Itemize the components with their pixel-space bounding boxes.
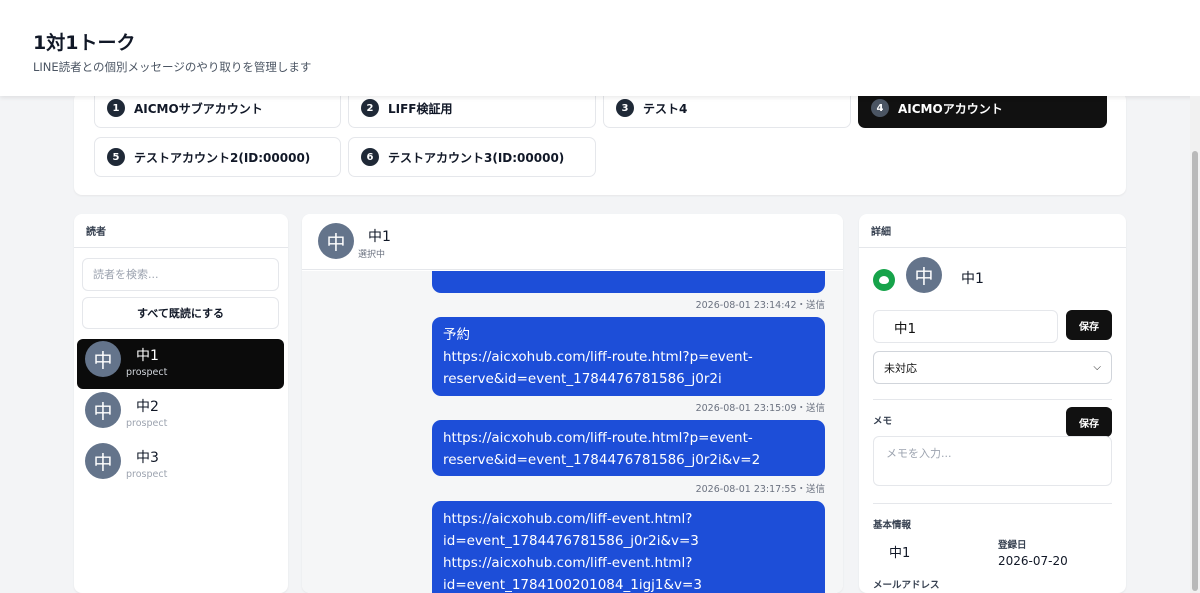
detail-panel: 詳細 中 中1 保存 未対応 ⌵ メモ 保存 基本情報 中1 登録日 2026-… [859, 214, 1126, 593]
basic-info-label: 基本情報 [873, 520, 912, 531]
account-number-badge: 4 [871, 99, 889, 117]
chat-contact-status: 選択中 [358, 250, 386, 260]
account-label: テストアカウント2(ID:00000) [134, 150, 311, 165]
basic-info-name: 中1 [889, 546, 911, 561]
account-label: LIFF検証用 [388, 101, 453, 116]
reader-item[interactable]: 中 中3 prospect [77, 441, 284, 491]
status-select-value: 未対応 [884, 361, 917, 375]
message-timestamp: 2026-08-01 23:14:42・送信 [695, 300, 825, 311]
avatar: 中 [906, 257, 942, 293]
reader-search-input[interactable] [82, 258, 279, 291]
status-select[interactable]: 未対応 ⌵ [873, 351, 1112, 384]
mark-all-read-button[interactable]: すべて既読にする [82, 297, 279, 329]
account-label: テストアカウント3(ID:00000) [388, 150, 565, 165]
readers-panel: 読者 すべて既読にする 中 中1 prospect 中 中2 prospect … [74, 214, 288, 593]
reader-item[interactable]: 中 中1 prospect [77, 339, 284, 389]
chat-contact-name: 中1 [368, 229, 391, 245]
message-timestamp: 2026-08-01 23:17:55・送信 [695, 484, 825, 495]
reader-status: prospect [126, 418, 168, 429]
page-subtitle: LINE読者との個別メッセージのやり取りを管理します [33, 60, 312, 74]
avatar: 中 [85, 443, 121, 479]
page-scrollbar[interactable] [1190, 96, 1200, 593]
reader-item[interactable]: 中 中2 prospect [77, 390, 284, 440]
email-label: メールアドレス [873, 580, 940, 591]
message-bubble: https://aicxohub.com/liff-route.html?p=e… [432, 420, 825, 476]
reader-name: 中2 [136, 399, 159, 415]
reader-name: 中3 [136, 450, 159, 466]
account-label: AICMOアカウント [898, 101, 1003, 116]
account-selector: 1 AICMOサブアカウント 2 LIFF検証用 3 テスト4 4 AICMOア… [74, 88, 1126, 195]
account-tab-5[interactable]: 5 テストアカウント2(ID:00000) [94, 137, 341, 177]
reader-status: prospect [126, 367, 168, 378]
line-icon [873, 269, 895, 291]
message-bubble: 予約 https://aicxohub.com/liff-route.html?… [432, 317, 825, 396]
save-memo-button[interactable]: 保存 [1066, 407, 1112, 437]
registered-date-label: 登録日 [998, 540, 1027, 551]
page-title: 1対1トーク [33, 32, 136, 54]
account-label: テスト4 [643, 101, 688, 116]
scrollbar-thumb[interactable] [1192, 151, 1198, 591]
reader-name: 中1 [136, 348, 159, 364]
chat-header: 中 中1 選択中 [302, 214, 843, 270]
memo-field[interactable] [873, 436, 1112, 486]
avatar: 中 [318, 223, 354, 259]
account-label: AICMOサブアカウント [134, 101, 263, 116]
page-header: 1対1トーク LINE読者との個別メッセージのやり取りを管理します [0, 0, 1200, 96]
divider [873, 503, 1112, 504]
message-list[interactable]: 2026-08-01 23:14:42・送信 予約 https://aicxoh… [302, 271, 843, 593]
save-name-button[interactable]: 保存 [1066, 310, 1112, 340]
avatar: 中 [85, 341, 121, 377]
chevron-down-icon: ⌵ [1093, 362, 1101, 373]
avatar: 中 [85, 392, 121, 428]
account-number-badge: 5 [107, 148, 125, 166]
message-bubble [432, 271, 825, 293]
chat-panel: 中 中1 選択中 2026-08-01 23:14:42・送信 予約 https… [302, 214, 843, 593]
account-tab-6[interactable]: 6 テストアカウント3(ID:00000) [348, 137, 596, 177]
reader-status: prospect [126, 469, 168, 480]
account-number-badge: 3 [616, 99, 634, 117]
account-number-badge: 1 [107, 99, 125, 117]
memo-label: メモ [873, 416, 893, 427]
account-number-badge: 6 [361, 148, 379, 166]
message-bubble: https://aicxohub.com/liff-event.html?id=… [432, 501, 825, 593]
registered-date-value: 2026-07-20 [998, 554, 1068, 568]
readers-panel-title: 読者 [74, 214, 288, 248]
account-number-badge: 2 [361, 99, 379, 117]
divider [873, 399, 1112, 400]
message-timestamp: 2026-08-01 23:15:09・送信 [695, 403, 825, 414]
display-name-field[interactable] [873, 310, 1058, 343]
detail-panel-title: 詳細 [859, 214, 1126, 248]
detail-contact-name: 中1 [961, 271, 984, 287]
